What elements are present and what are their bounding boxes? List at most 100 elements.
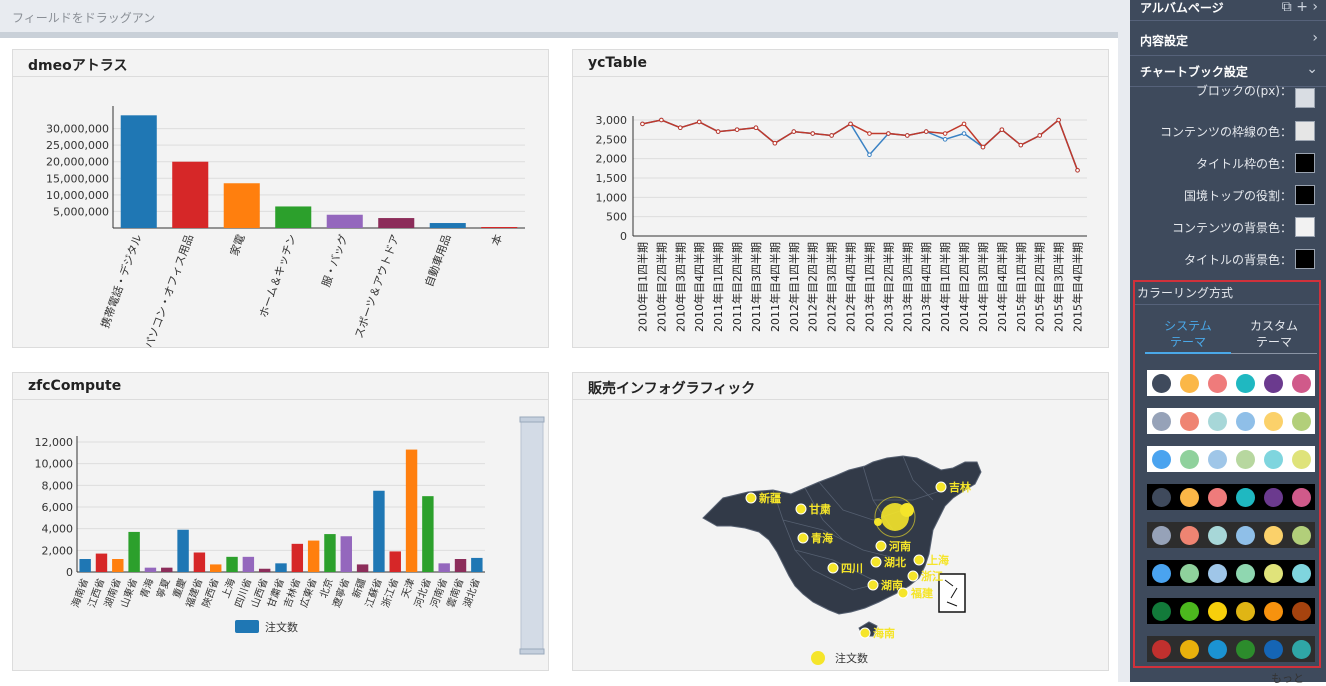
bar — [405, 449, 418, 572]
x-tick-label: スポーツ＆アウトドア — [352, 233, 402, 341]
dashboard-canvas: dmeoアトラス 5,000,000 10,000,000 15,000,000 20… — [0, 38, 1118, 682]
legend-label: 注文数 — [835, 651, 868, 665]
bar — [307, 540, 320, 572]
panel-title: zfcCompute — [28, 378, 122, 394]
panel-title: ycTable — [588, 55, 647, 71]
data-point — [791, 129, 797, 134]
legend-label: 注文数 — [265, 620, 298, 634]
panel-splitter[interactable] — [1118, 0, 1130, 682]
data-point — [1075, 167, 1080, 173]
x-tick-label: 上海 — [219, 577, 238, 600]
bar — [340, 536, 352, 572]
bar — [275, 206, 312, 228]
y-tick-label: 1,000 — [596, 191, 628, 204]
panel-yctable[interactable]: ycTable 0 500 1,000 1,500 2,000 2,500 3,000 201… — [572, 49, 1109, 348]
theme-color-dot — [1152, 488, 1171, 507]
china-map: 新疆甘粛青海四川吉林河南湖北 上海浙江湖南福建海南 注文数 — [702, 455, 982, 665]
color-theme-option[interactable] — [1147, 484, 1315, 510]
color-theme-option[interactable] — [1147, 370, 1315, 396]
sidebar-album-page-header[interactable]: アルバムページ ⧉ + › — [1130, 0, 1326, 21]
x-tick-label: 北京 — [317, 577, 336, 600]
album-page-icons[interactable]: ⧉ + › — [1282, 0, 1318, 15]
x-tick-label: 2014年目1四半期 — [938, 242, 952, 332]
theme-color-dot — [1236, 640, 1255, 659]
map-label: 海南 — [873, 626, 895, 640]
bar — [95, 553, 108, 572]
data-point — [961, 121, 967, 127]
color-setting-row: 国境トップの役割： — [1130, 181, 1326, 209]
x-tick-label: 2011年目3四半期 — [749, 242, 763, 332]
map-marker — [935, 481, 947, 493]
tab-custom-theme[interactable]: カスタム テーマ — [1231, 318, 1317, 354]
bar — [471, 557, 483, 572]
color-theme-option[interactable] — [1147, 560, 1315, 586]
x-tick-label: 2010年目3四半期 — [673, 242, 687, 332]
bar — [226, 556, 238, 572]
color-swatch-button[interactable] — [1295, 121, 1315, 141]
block-px-stepper[interactable] — [1295, 88, 1315, 108]
bar — [378, 218, 415, 228]
more-link[interactable]: もっと — [1271, 670, 1304, 686]
field-drop-bar[interactable]: フィールドをドラッグアン — [0, 0, 1118, 38]
map-marker — [875, 540, 887, 552]
panel-sales-infographic[interactable]: 販売インフォグラフィック 新疆 甘粛 青海 四川 吉林 河南 湖北 上海 浙江 湖南 福建 海南 注文… — [572, 372, 1109, 671]
bar — [120, 115, 157, 228]
bar — [356, 564, 369, 572]
theme-color-dot — [1236, 602, 1255, 621]
bar — [161, 567, 173, 572]
color-theme-option[interactable] — [1147, 446, 1315, 472]
map-label: 新疆 — [759, 491, 781, 505]
theme-color-dot — [1264, 640, 1283, 659]
map-label: 青海 — [811, 531, 833, 545]
data-point — [942, 131, 948, 136]
x-tick-label: 青海 — [137, 577, 156, 600]
y-tick-label: 5,000,000 — [53, 205, 109, 218]
color-theme-option[interactable] — [1147, 598, 1315, 624]
tab-system-theme[interactable]: システム テーマ — [1145, 318, 1231, 354]
color-swatch-button[interactable] — [1295, 185, 1315, 205]
color-setting-row: コンテンツの枠線の色： — [1130, 117, 1326, 145]
color-theme-option[interactable] — [1147, 522, 1315, 548]
theme-color-dot — [1208, 602, 1227, 621]
theme-color-dot — [1236, 412, 1255, 431]
panel-dmeo-atlas[interactable]: dmeoアトラス 5,000,000 10,000,000 15,000,000 20… — [12, 49, 549, 348]
color-theme-option[interactable] — [1147, 408, 1315, 434]
x-tick-label: 2010年目4四半期 — [692, 242, 706, 332]
data-point — [867, 131, 872, 136]
theme-color-dot — [1264, 450, 1283, 469]
map-label: 福建 — [910, 586, 934, 600]
x-tick-label: 新疆 — [349, 577, 368, 600]
bar-chart-province-orders: 02,0004,0006,0008,00010,00012,000海南省江西省湖… — [35, 416, 545, 655]
theme-color-dot — [1208, 640, 1227, 659]
chevron-right-icon: › — [1312, 30, 1318, 46]
sidebar-content-settings-header[interactable]: 内容設定 › — [1130, 25, 1326, 56]
panel-zfccompute[interactable]: zfcCompute 0 2,000 4,000 6,000 8,000 10,000 12… — [12, 372, 549, 671]
theme-color-dot — [1236, 564, 1255, 583]
color-setting-label: コンテンツの背景色： — [1171, 221, 1292, 235]
x-tick-label: 2015年目1四半期 — [1014, 242, 1028, 332]
panel-title-bar: zfcCompute — [13, 373, 548, 400]
color-theme-option[interactable] — [1147, 636, 1315, 662]
bar — [429, 223, 466, 228]
data-point — [923, 129, 929, 134]
theme-color-dot — [1152, 450, 1171, 469]
x-tick-label: 2012年目2四半期 — [806, 242, 820, 332]
x-tick-label: ホーム＆キッチン — [257, 233, 299, 320]
bar — [275, 563, 287, 572]
color-swatch-button[interactable] — [1295, 217, 1315, 237]
theme-color-dot — [1180, 640, 1199, 659]
line-chart-orders: 0 500 1,000 1,500 2,000 2,500 3,000 2010年目1四半期 2… — [596, 114, 1087, 332]
y-tick-label: 2,000 — [42, 544, 74, 557]
color-swatch-button[interactable] — [1295, 153, 1315, 173]
theme-color-dot — [1264, 602, 1283, 621]
data-point — [810, 131, 816, 136]
theme-color-dot — [1236, 488, 1255, 507]
bar — [291, 543, 304, 572]
y-tick-label: 0 — [66, 566, 73, 579]
bar — [454, 559, 467, 572]
map-marker — [897, 587, 909, 599]
bar — [242, 556, 255, 572]
data-point — [904, 133, 910, 138]
map-marker — [900, 503, 914, 517]
color-swatch-button[interactable] — [1295, 249, 1315, 269]
